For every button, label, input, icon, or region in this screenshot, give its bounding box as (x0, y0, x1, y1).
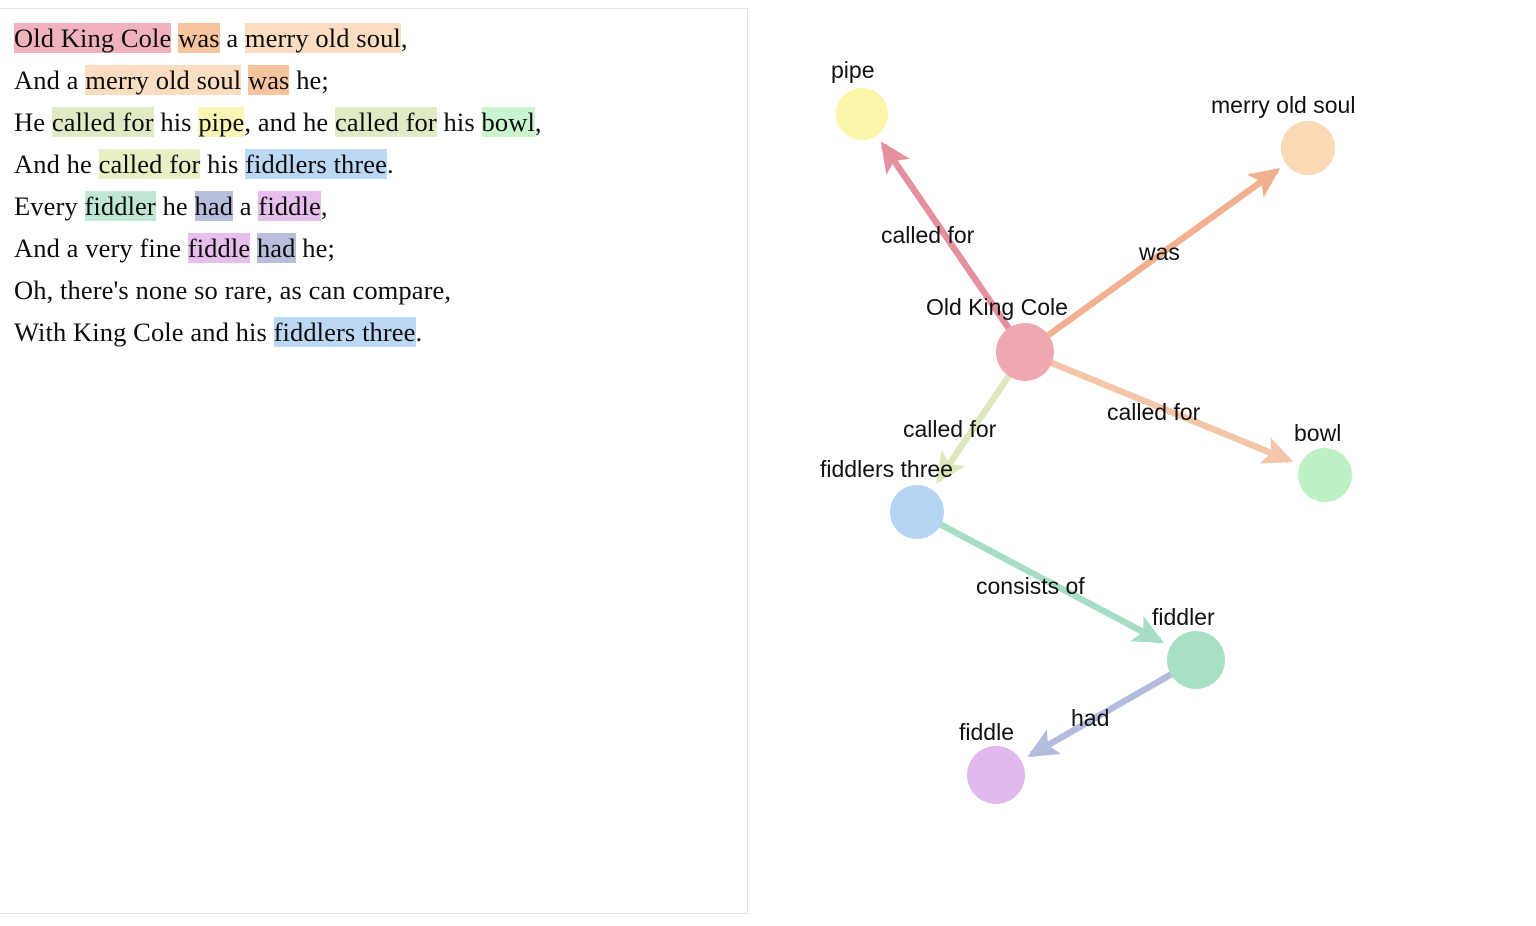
highlighted-phrase[interactable]: Old King Cole (14, 23, 172, 53)
plain-text: his (436, 107, 482, 137)
plain-text: . (387, 149, 394, 179)
highlighted-phrase[interactable]: fiddler (84, 191, 156, 221)
poem-line: He called for his pipe, and he called fo… (14, 101, 714, 143)
edge-label: consists of (976, 573, 1085, 599)
knowledge-graph: pipe merry old soul Old King Cole bowl fiddl… (820, 57, 1355, 804)
node-label: fiddler (1152, 604, 1215, 630)
highlighted-phrase[interactable]: fiddle (258, 191, 321, 221)
plain-text: he (155, 191, 195, 221)
poem-panel: Old King Cole was a merry old soul, And a… (0, 8, 748, 914)
plain-text: he; (295, 233, 335, 263)
knowledge-graph-panel: pipe merry old soul Old King Cole bowl fiddl… (748, 0, 1536, 926)
plain-text: , (320, 191, 328, 221)
highlighted-phrase[interactable]: pipe (198, 107, 245, 137)
node-label: bowl (1294, 420, 1341, 446)
edge-label: had (1071, 705, 1109, 731)
highlighted-phrase[interactable]: fiddlers three (245, 149, 388, 179)
plain-text: a (233, 191, 259, 221)
highlighted-phrase[interactable]: was (247, 65, 290, 95)
plain-text: He (14, 107, 52, 137)
highlighted-phrase[interactable]: fiddlers three (273, 317, 416, 347)
graph-edge[interactable] (880, 141, 1028, 354)
edge-label: was (1138, 239, 1180, 265)
highlighted-phrase[interactable]: was (178, 23, 220, 53)
plain-text (241, 65, 248, 95)
node-label: pipe (831, 57, 874, 83)
graph-node[interactable] (836, 88, 888, 140)
poem-line: Old King Cole was a merry old soul, (14, 17, 714, 59)
plain-text: , (534, 107, 542, 137)
poem-line: And a merry old soul was he; (14, 59, 714, 101)
poem-line: Oh, there's none so rare, as can compare… (14, 269, 714, 311)
plain-text: , and he (244, 107, 336, 137)
edge-label: called for (881, 222, 975, 248)
plain-text: , (400, 23, 408, 53)
node-label: merry old soul (1211, 92, 1355, 118)
node-label: fiddle (959, 719, 1014, 745)
plain-text: he; (289, 65, 329, 95)
graph-node[interactable] (1167, 631, 1225, 689)
poem-line: And he called for his fiddlers three. (14, 143, 714, 185)
node-layer (836, 88, 1352, 804)
plain-text: . (415, 317, 423, 347)
node-label: fiddlers three (820, 456, 953, 482)
poem-text: Old King Cole was a merry old soul, And a… (14, 17, 714, 353)
plain-text: his (153, 107, 199, 137)
highlighted-phrase[interactable]: had (256, 233, 296, 263)
highlighted-phrase[interactable]: fiddle (187, 233, 251, 263)
highlighted-phrase[interactable]: merry old soul (85, 65, 242, 95)
plain-text: And he (14, 149, 99, 179)
highlighted-phrase[interactable]: called for (51, 107, 154, 137)
poem-line: Every fiddler he had a fiddle, (14, 185, 714, 227)
graph-node[interactable] (996, 323, 1054, 381)
highlighted-phrase[interactable]: had (194, 191, 234, 221)
plain-text: And a (14, 65, 86, 95)
poem-line: And a very fine fiddle had he; (14, 227, 714, 269)
edge-label: called for (1107, 399, 1201, 425)
plain-text (250, 233, 257, 263)
plain-text: Every (14, 191, 85, 221)
plain-text: And a very fine (14, 233, 188, 263)
highlighted-phrase[interactable]: bowl (481, 107, 535, 137)
graph-node[interactable] (1281, 121, 1335, 175)
poem-line: With King Cole and his fiddlers three. (14, 311, 714, 353)
highlighted-phrase[interactable]: called for (335, 107, 437, 137)
plain-text: his (200, 149, 246, 179)
highlighted-phrase[interactable]: merry old soul (244, 23, 401, 53)
graph-node[interactable] (967, 746, 1025, 804)
node-label-layer: pipe merry old soul Old King Cole bowl fiddl… (820, 57, 1355, 745)
graph-node[interactable] (1298, 448, 1352, 502)
graph-node[interactable] (890, 485, 944, 539)
edge-label: called for (903, 416, 997, 442)
plain-text: Oh, there's none so rare, as can compare… (14, 275, 452, 305)
plain-text: With King Cole and his (14, 317, 274, 347)
node-label: Old King Cole (926, 294, 1068, 320)
highlighted-phrase[interactable]: called for (98, 149, 201, 179)
plain-text: a (219, 23, 245, 53)
